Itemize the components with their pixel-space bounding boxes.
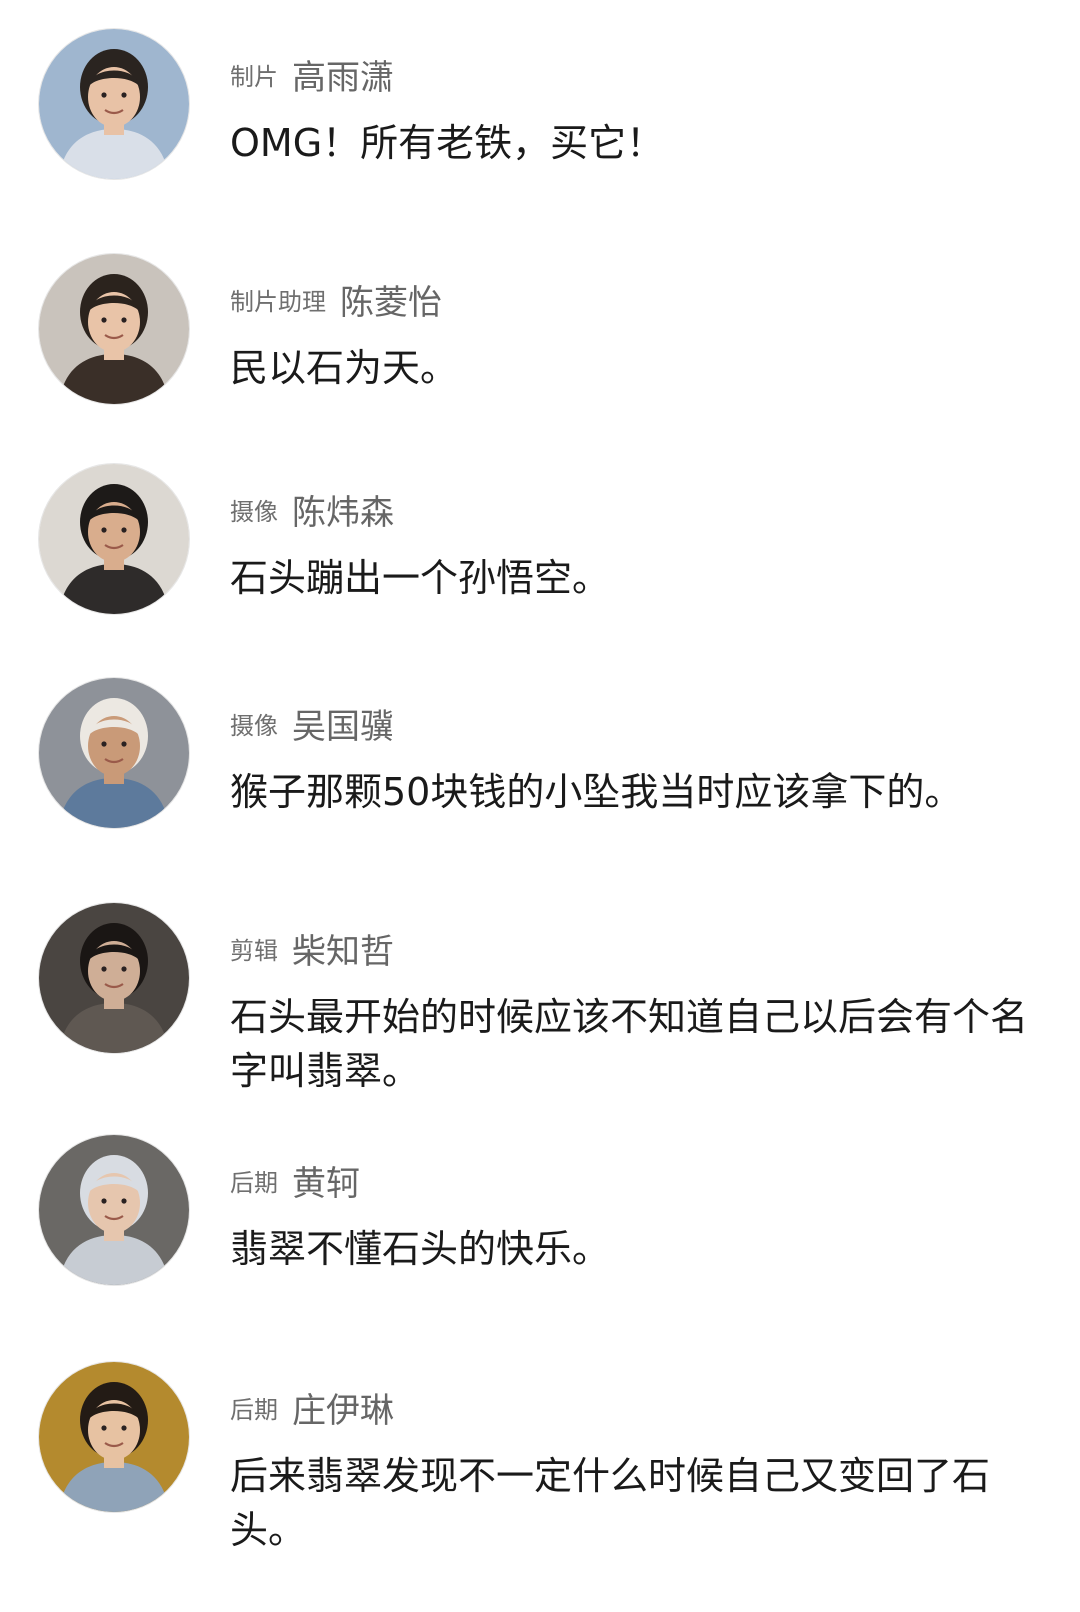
avatar[interactable] [38, 902, 190, 1054]
comment-meta: 后期 庄伊琳 [230, 1383, 394, 1432]
avatar[interactable] [38, 463, 190, 615]
comment-meta: 剪辑 柴知哲 [230, 924, 394, 973]
comment-meta: 制片助理 陈菱怡 [230, 275, 442, 324]
person-avatar-icon [39, 464, 189, 614]
comment-text: 翡翠不懂石头的快乐。 [230, 1227, 611, 1271]
role-label: 剪辑 [230, 937, 278, 965]
comment-meta: 摄像 陈炜森 [230, 485, 394, 534]
person-avatar-icon [39, 903, 189, 1053]
person-avatar-icon [39, 1135, 189, 1285]
comment-meta: 后期 黄轲 [230, 1156, 360, 1205]
author-name: 柴知哲 [292, 932, 394, 972]
comment-text: OMG！所有老铁，买它！ [230, 121, 665, 165]
avatar[interactable] [38, 1361, 190, 1513]
role-label: 制片助理 [230, 288, 326, 316]
comment-text: 猴子那颗50块钱的小坠我当时应该拿下的。 [230, 770, 963, 814]
comment-text: 石头最开始的时候应该不知道自己以后会有个名字叫翡翠。 [230, 995, 1029, 1093]
comment-feed: 制片 高雨潇 OMG！所有老铁，买它！ 制片助理 陈菱怡 民以石为天。 摄像 陈炜森 … [0, 0, 1080, 1612]
comment-meta: 制片 高雨潇 [230, 50, 394, 99]
avatar[interactable] [38, 677, 190, 829]
role-label: 制片 [230, 63, 278, 91]
avatar[interactable] [38, 253, 190, 405]
author-name: 陈炜森 [292, 493, 394, 533]
person-avatar-icon [39, 678, 189, 828]
author-name: 黄轲 [292, 1164, 360, 1204]
person-avatar-icon [39, 1362, 189, 1512]
avatar[interactable] [38, 1134, 190, 1286]
author-name: 庄伊琳 [292, 1391, 394, 1431]
comment-text: 石头蹦出一个孙悟空。 [230, 556, 611, 600]
person-avatar-icon [39, 29, 189, 179]
person-avatar-icon [39, 254, 189, 404]
author-name: 吴国骥 [292, 707, 394, 747]
comment-meta: 摄像 吴国骥 [230, 699, 394, 748]
author-name: 陈菱怡 [340, 283, 442, 323]
role-label: 摄像 [230, 498, 278, 526]
comment-text: 后来翡翠发现不一定什么时候自己又变回了石头。 [230, 1454, 991, 1552]
role-label: 摄像 [230, 712, 278, 740]
comment-text: 民以石为天。 [230, 346, 459, 390]
role-label: 后期 [230, 1169, 278, 1197]
role-label: 后期 [230, 1396, 278, 1424]
author-name: 高雨潇 [292, 58, 394, 98]
avatar[interactable] [38, 28, 190, 180]
